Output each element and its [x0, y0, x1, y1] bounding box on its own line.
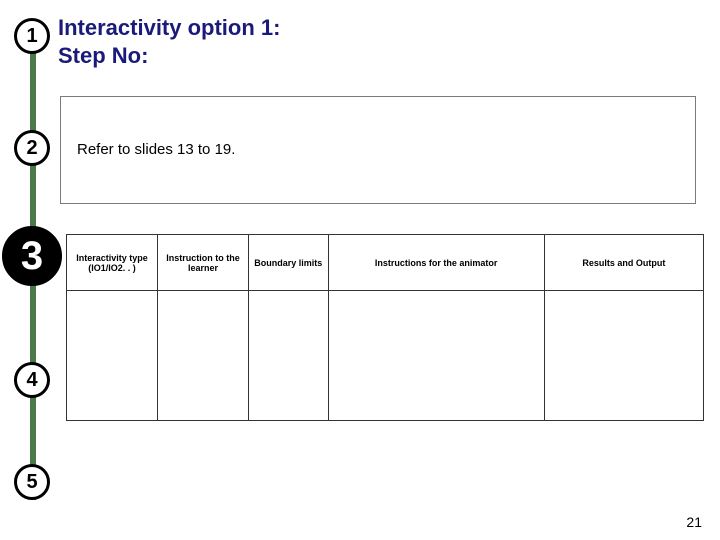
header-boundary-limits: Boundary limits [249, 235, 329, 291]
step-number: 5 [26, 471, 37, 494]
table-header-row: Interactivity type (IO1/IO2. . ) Instruc… [67, 235, 704, 291]
step-marker-3-current: 3 [2, 226, 62, 286]
header-results-output: Results and Output [544, 235, 703, 291]
step-marker-4: 4 [14, 362, 50, 398]
table-row [67, 291, 704, 421]
cell-interactivity-type [67, 291, 158, 421]
step-marker-5: 5 [14, 464, 50, 500]
header-instructions-animator: Instructions for the animator [328, 235, 544, 291]
header-interactivity-type: Interactivity type (IO1/IO2. . ) [67, 235, 158, 291]
step-number: 3 [21, 234, 43, 279]
slide-title: Interactivity option 1: Step No: [58, 14, 280, 69]
cell-boundary-limits [249, 291, 329, 421]
title-line-1: Interactivity option 1: [58, 14, 280, 42]
step-marker-2: 2 [14, 130, 50, 166]
cell-results-output [544, 291, 703, 421]
step-number: 1 [26, 25, 37, 48]
step-marker-1: 1 [14, 18, 50, 54]
interactivity-table: Interactivity type (IO1/IO2. . ) Instruc… [66, 234, 704, 421]
slide-number: 21 [686, 514, 702, 530]
step-number: 2 [26, 137, 37, 160]
cell-instructions-animator [328, 291, 544, 421]
step-number: 4 [26, 369, 37, 392]
title-line-2: Step No: [58, 42, 280, 70]
refer-box: Refer to slides 13 to 19. [60, 96, 696, 204]
refer-text: Refer to slides 13 to 19. [77, 141, 235, 158]
header-instruction-learner: Instruction to the learner [158, 235, 249, 291]
cell-instruction-learner [158, 291, 249, 421]
